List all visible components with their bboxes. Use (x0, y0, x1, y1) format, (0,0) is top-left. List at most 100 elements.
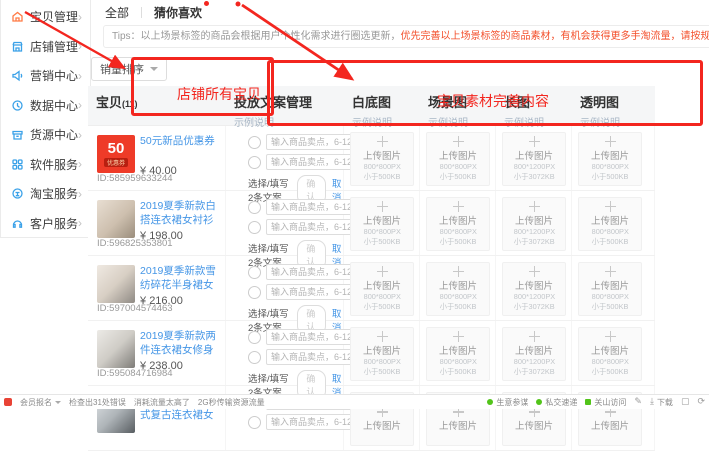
upload-button[interactable]: 上传图片800*800PX小于500KB (426, 327, 490, 381)
upload-cell-whitebg: 上传图片800*800PX小于500KB (344, 256, 420, 320)
product-id: ID:597004574463 (97, 303, 173, 314)
plus-icon (529, 331, 540, 342)
product-title-link[interactable]: 2019夏季新款雪纺碎花半身裙女中长款新款白 (140, 265, 220, 292)
chevron-right-icon: › (78, 216, 82, 230)
scene-tabs: 全部 猜你喜欢 (105, 5, 709, 20)
upload-label: 上传图片 (591, 278, 629, 292)
status-tool-item[interactable]: 关山访问 (585, 397, 626, 408)
copy-checkbox[interactable] (248, 266, 261, 279)
copy-checkbox[interactable] (248, 136, 261, 149)
sidebar-item-customer[interactable]: 客户服务 › (1, 209, 90, 239)
col-scene-label: 场景图 (428, 92, 496, 111)
status-label: 2G秒传输资源流量 (198, 397, 265, 408)
plus-icon (605, 331, 616, 342)
col-header-copy: 投放文案管理 示例说明 (226, 86, 344, 125)
upload-button[interactable]: 上传图片800*1200PX小于3072KB (502, 262, 566, 316)
data-icon (11, 99, 24, 112)
col-goods-label: 宝贝 (96, 95, 122, 110)
col-copy-label: 投放文案管理 (234, 92, 344, 111)
product-title-link[interactable]: 2019夏季新款两件连衣裙女修身显瘦小众网红 (140, 330, 220, 357)
sidebar-item-goods[interactable]: 宝贝管理 › (1, 2, 90, 32)
upload-button[interactable]: 上传图片800*1200PX小于3072KB (502, 132, 566, 186)
download-item[interactable]: ⤓下载 (650, 397, 673, 408)
col-transparent-label: 透明图 (580, 92, 655, 111)
edit-icon[interactable]: ✎ (634, 397, 642, 407)
sidebar-item-supply[interactable]: 货源中心 › (1, 120, 90, 150)
upload-limit: 小于500KB (440, 172, 477, 182)
copy-checkbox[interactable] (248, 416, 261, 429)
sidebar-item-marketing[interactable]: 营销中心 › (1, 61, 90, 91)
col-whitebg-label: 白底图 (352, 92, 420, 111)
plus-icon (529, 266, 540, 277)
upload-label: 上传图片 (591, 213, 629, 227)
tab-divider (141, 7, 142, 18)
upload-limit: 小于3072KB (514, 367, 555, 377)
plus-icon (529, 201, 540, 212)
upload-cell-transparent: 上传图片800*800PX小于500KB (572, 191, 655, 255)
refresh-icon[interactable]: ⟳ (697, 397, 705, 407)
upload-size: 800*800PX (439, 227, 476, 237)
product-title-link[interactable]: 50元新品优惠券 (140, 135, 220, 162)
upload-label: 上传图片 (591, 148, 629, 162)
upload-label: 上传图片 (591, 418, 629, 432)
upload-button[interactable]: 上传图片800*800PX小于500KB (578, 327, 642, 381)
upload-button[interactable]: 上传图片800*800PX小于500KB (578, 197, 642, 251)
copy-cell: 选择/填写2条文案确认取消 (226, 126, 344, 190)
tab-guess-you-like[interactable]: 猜你喜欢 (154, 4, 202, 21)
upload-label: 上传图片 (439, 148, 477, 162)
copy-checkbox[interactable] (248, 331, 261, 344)
status-tool-item[interactable]: 私交速递 (536, 397, 577, 408)
copy-checkbox[interactable] (248, 286, 261, 299)
upload-limit: 小于500KB (440, 237, 477, 247)
sidebar-item-shop[interactable]: 店铺管理 › (1, 32, 90, 62)
supply-icon (11, 128, 24, 141)
sidebar-item-data[interactable]: 数据中心 › (1, 91, 90, 121)
product-thumbnail[interactable] (97, 265, 135, 303)
product-thumbnail[interactable] (97, 200, 135, 238)
product-thumbnail[interactable] (97, 330, 135, 368)
copy-checkbox[interactable] (248, 351, 261, 364)
upload-button[interactable]: 上传图片800*800PX小于500KB (426, 197, 490, 251)
upload-button[interactable]: 上传图片800*800PX小于500KB (350, 262, 414, 316)
upload-button[interactable]: 上传图片800*800PX小于500KB (350, 197, 414, 251)
col-header-goods: 宝贝(11) (88, 86, 226, 125)
upload-cell-whitebg: 上传图片800*800PX小于500KB (344, 191, 420, 255)
status-check-item[interactable]: 检查出31处错误 (69, 397, 126, 408)
status-left: 会员报名 检查出31处错误 消耗流量太高了 2G秒传输资源流量 (4, 397, 265, 408)
product-cell: 2019夏季新款两件连衣裙女修身显瘦小众网红 ¥ 238.00 ID:59508… (88, 321, 226, 385)
upload-size: 800*800PX (439, 292, 476, 302)
caret-down-icon (55, 401, 61, 404)
product-id: ID:585959633244 (97, 173, 173, 184)
sort-dropdown[interactable]: 销量排序 (91, 57, 167, 81)
upload-button[interactable]: 上传图片800*800PX小于500KB (350, 132, 414, 186)
tab-guess-label: 猜你喜欢 (154, 6, 202, 20)
status-tool-item[interactable]: 生意参谋 (487, 397, 528, 408)
upload-button[interactable]: 上传图片800*800PX小于500KB (350, 327, 414, 381)
upload-label: 上传图片 (439, 343, 477, 357)
copy-checkbox[interactable] (248, 201, 261, 214)
product-title-link[interactable]: 2019夏季新款白搭连衣裙女衬衫短裤T恤中长款 (140, 200, 220, 227)
tips-text: 以上场景标签的商品会根据用户个性化需求进行圈选更新， (141, 31, 401, 42)
upload-label: 上传图片 (439, 418, 477, 432)
upload-button[interactable]: 上传图片800*800PX小于500KB (578, 132, 642, 186)
upload-button[interactable]: 上传图片800*1200PX小于3072KB (502, 327, 566, 381)
upload-size: 800*1200PX (513, 162, 554, 172)
col-goods-count: (11) (122, 99, 138, 109)
sidebar-item-software[interactable]: 软件服务 › (1, 150, 90, 180)
copy-checkbox[interactable] (248, 221, 261, 234)
upload-button[interactable]: 上传图片800*1200PX小于3072KB (502, 197, 566, 251)
chevron-right-icon: › (78, 187, 82, 201)
upload-button[interactable]: 上传图片800*800PX小于500KB (578, 262, 642, 316)
upload-limit: 小于3072KB (514, 237, 555, 247)
product-thumbnail[interactable]: 50 优惠券 (97, 135, 135, 173)
tips-banner: Tips：以上场景标签的商品会根据用户个性化需求进行圈选更新，优先完善以上场景标… (103, 25, 709, 48)
tab-all[interactable]: 全部 (105, 4, 129, 21)
copy-checkbox[interactable] (248, 156, 261, 169)
upload-button[interactable]: 上传图片800*800PX小于500KB (426, 262, 490, 316)
sidebar-item-taobao[interactable]: 淘宝服务 › (1, 179, 90, 209)
upload-size: 800*800PX (439, 162, 476, 172)
status-member-item[interactable]: 会员报名 (20, 397, 61, 408)
upload-button[interactable]: 上传图片800*800PX小于500KB (426, 132, 490, 186)
status-label: 会员报名 (20, 397, 52, 408)
window-icon[interactable]: ▢ (681, 397, 690, 407)
